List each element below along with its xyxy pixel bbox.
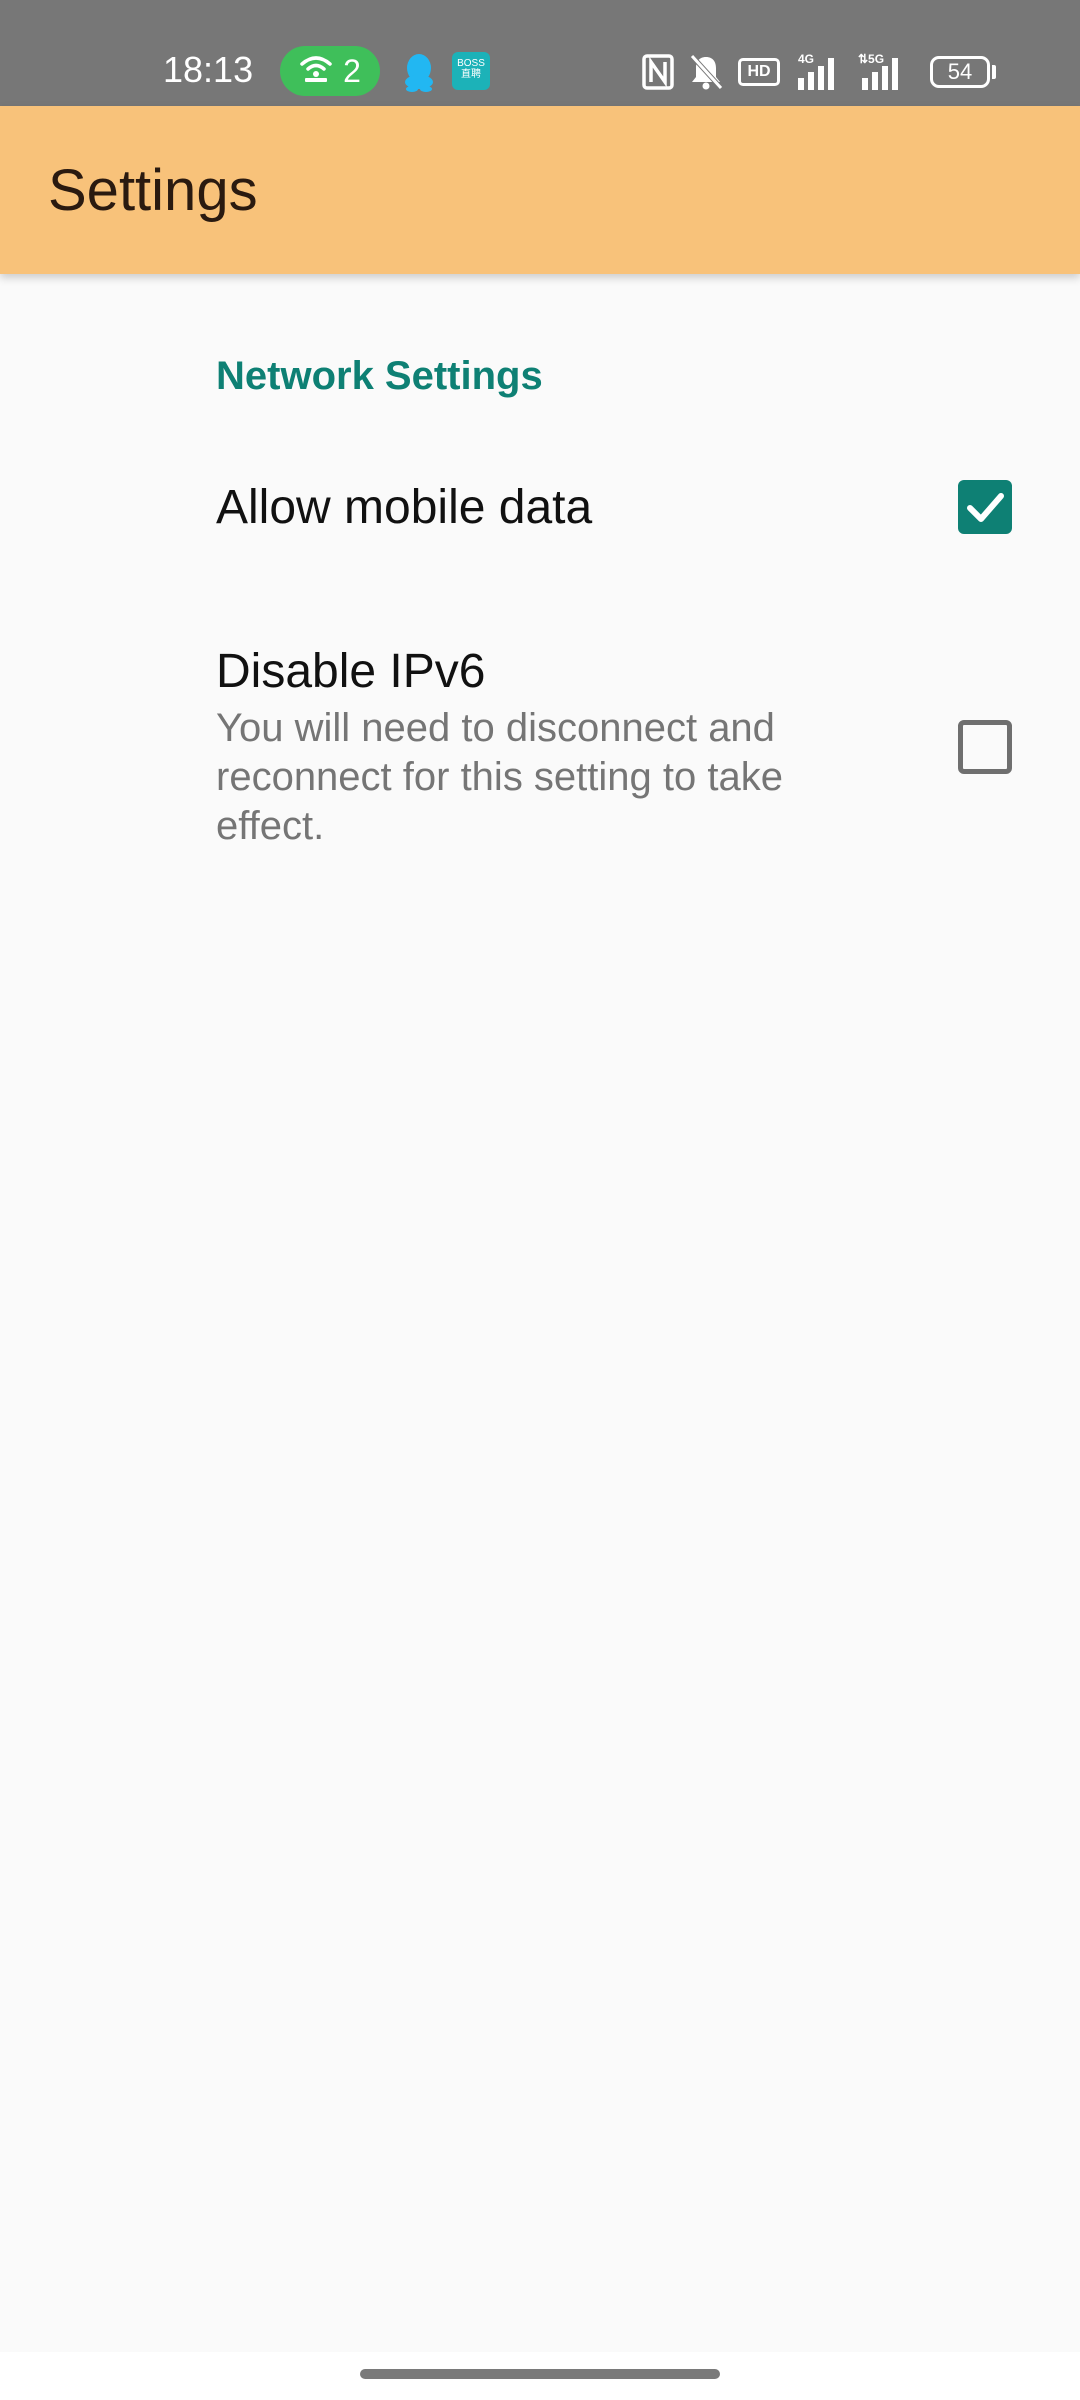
status-bar: 18:13 2 BOSS 直聘 HD 4G ⇅5G 54 [0, 0, 1080, 106]
boss-app-icon: BOSS 直聘 [452, 52, 490, 90]
battery-icon: 54 [930, 56, 990, 88]
hd-icon: HD [738, 58, 780, 86]
pref-disable-ipv6[interactable]: Disable IPv6 You will need to disconnect… [0, 620, 1080, 870]
signal-4g-icon: 4G [796, 52, 844, 92]
boss-label-line1: BOSS [457, 58, 485, 69]
status-time: 18:13 [163, 49, 254, 90]
hotspot-icon [299, 54, 333, 89]
battery-tip [992, 65, 996, 79]
pref-summary: You will need to disconnect and reconnec… [216, 706, 783, 848]
category-title-network: Network Settings [216, 354, 543, 398]
disable-ipv6-checkbox[interactable] [958, 720, 1012, 774]
svg-text:⇅5G: ⇅5G [858, 52, 884, 66]
hotspot-indicator: 2 [280, 46, 380, 96]
hotspot-count: 2 [343, 52, 361, 89]
pref-allow-mobile-data[interactable]: Allow mobile data [0, 450, 1080, 570]
pref-title: Allow mobile data [216, 481, 593, 534]
boss-label-line2: 直聘 [461, 69, 481, 80]
qq-icon [402, 52, 436, 92]
app-bar: Settings [0, 106, 1080, 274]
page-title: Settings [48, 158, 258, 223]
signal-5g-icon: ⇅5G [856, 52, 912, 92]
pref-title: Disable IPv6 [216, 645, 486, 698]
nfc-icon [640, 52, 676, 92]
mute-icon [688, 52, 724, 92]
allow-mobile-data-checkbox[interactable] [958, 480, 1012, 534]
svg-text:4G: 4G [798, 52, 814, 66]
home-indicator[interactable] [360, 2369, 720, 2379]
checkmark-icon [967, 493, 1004, 522]
